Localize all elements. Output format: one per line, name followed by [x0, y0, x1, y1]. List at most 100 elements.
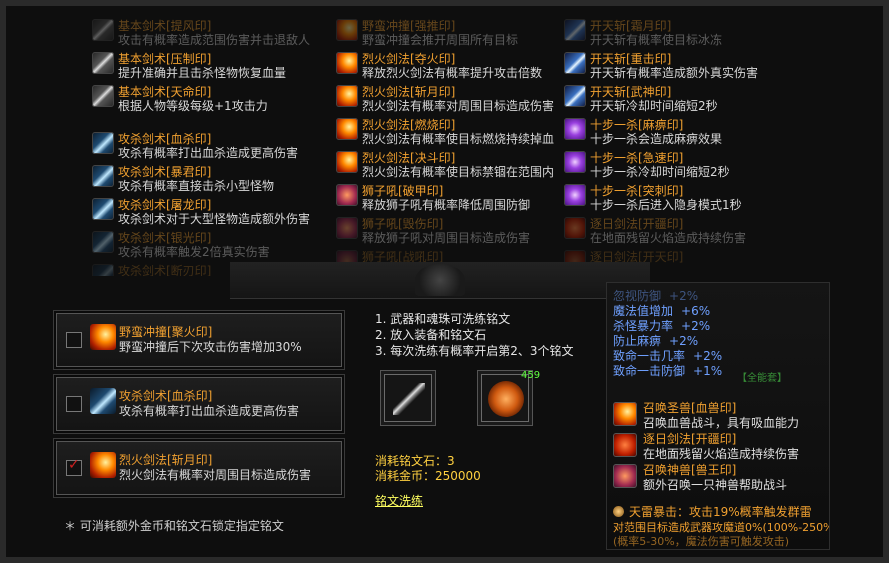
inscription-desc: 提升准确并且击杀怪物恢复血量	[118, 66, 287, 80]
inscription-entry: 狮子吼[毁伤印] 释放狮子吼对周围目标造成伤害	[336, 214, 566, 247]
lock-checkbox[interactable]	[66, 396, 82, 412]
inscription-desc: 烈火剑法有概率使目标禁锢在范围内	[362, 165, 555, 179]
inscription-entry: 基本剑术[压制印] 提升准确并且击杀怪物恢复血量	[92, 49, 322, 82]
purple-icon	[564, 151, 586, 173]
stone-slot[interactable]	[481, 374, 529, 422]
stat-row: 致命一击防御 +1%	[613, 362, 722, 379]
stat-key: 致命一击防御	[613, 364, 686, 378]
ice-icon	[564, 19, 586, 41]
summon-icon	[613, 464, 637, 488]
skill-desc: 召唤血兽战斗，具有吸血能力	[643, 416, 800, 430]
stat-key: 魔法值增加	[613, 304, 674, 318]
item-tooltip-panel: 忽视防御 +2% 魔法值增加 +6% 杀怪暴力率 +2% 防止麻痹 +2% 致命一击几率 +2% 致…	[606, 282, 830, 550]
stat-key: 致命一击几率	[613, 349, 686, 363]
ice-icon	[564, 52, 586, 74]
inscription-desc: 释放狮子吼对周围目标造成伤害	[362, 231, 531, 245]
stone-count: 459	[521, 370, 541, 381]
lock-option-3[interactable]: 烈火剑法[斩月印] 烈火剑法有概率对周围目标造成伤害	[56, 441, 342, 495]
fire-icon	[336, 52, 358, 74]
stat-value: +2%	[681, 319, 711, 333]
red-icon	[613, 433, 637, 457]
instruction-line: 1. 武器和魂珠可洗练铭文	[375, 312, 511, 326]
inscription-entry: 十步一杀[突刺印] 十步一杀后进入隐身模式1秒	[564, 181, 794, 214]
lock-checkbox[interactable]	[66, 457, 82, 476]
inscription-desc: 开天斩有概率造成额外真实伤害	[590, 66, 759, 80]
inscription-desc: 烈火剑法有概率对周围目标造成伤害	[362, 99, 555, 113]
inscription-desc: 十步一杀冷却时间缩短2秒	[590, 165, 730, 179]
instruction-line: 3. 每次洗练有概率开启第2、3个铭文	[375, 344, 574, 358]
inscription-desc: 开天斩冷却时间缩短2秒	[590, 99, 718, 113]
lock-options-panel: 野蛮冲撞[聚火印] 野蛮冲撞后下次攻击伤害增加30% 攻杀剑术[血杀印] 攻杀有…	[44, 296, 354, 536]
stat-value: +2%	[693, 349, 723, 363]
ice-icon	[564, 85, 586, 107]
inscription-desc: 攻杀有概率直接击杀小型怪物	[118, 179, 275, 193]
stat-key: 防止麻痹	[613, 334, 662, 348]
refine-button[interactable]: 铭文洗练	[375, 492, 423, 509]
fire-icon	[336, 118, 358, 140]
inscription-desc: 攻击有概率造成范围伤害并击退敌人	[118, 33, 311, 47]
inscription-desc: 野蛮冲撞会推开周围所有目标	[362, 33, 519, 47]
inscription-desc: 十步一杀后进入隐身模式1秒	[590, 198, 742, 212]
lock-option-1[interactable]: 野蛮冲撞[聚火印] 野蛮冲撞后下次攻击伤害增加30%	[56, 313, 342, 367]
fire-icon	[90, 452, 116, 478]
inscription-desc: 根据人物等级每级+1攻击力	[118, 99, 268, 113]
stat-value: +1%	[693, 364, 723, 378]
fire-icon	[336, 19, 358, 41]
inscription-column-2: 野蛮冲撞[强推印] 野蛮冲撞会推开周围所有目标 烈火剑法[夺火印] 释放烈火剑法有概率…	[336, 16, 566, 276]
inscription-desc: 攻杀有概率打出血杀造成更高伤害	[118, 146, 299, 160]
purple-icon	[564, 184, 586, 206]
lock-checkbox[interactable]	[66, 332, 82, 348]
option-desc: 烈火剑法有概率对周围目标造成伤害	[119, 468, 312, 482]
fire-icon	[90, 324, 116, 350]
blade-icon	[92, 165, 114, 187]
stat-value: +6%	[681, 304, 711, 318]
inscription-desc: 释放狮子吼有概率降低周围防御	[362, 198, 531, 212]
inscription-entry: 烈火剑法[夺火印] 释放烈火剑法有概率提升攻击倍数	[336, 49, 566, 82]
inscription-entry: 开天斩[霜月印] 开天斩有概率使目标冰冻	[564, 16, 794, 49]
inscription-desc: 攻杀有概率触发2倍真实伤害	[118, 245, 270, 259]
inscription-entry: 逐日剑法[开疆印] 在地面残留火焰造成持续伤害	[564, 214, 794, 247]
inscription-entry: 烈火剑法[燃烧印] 烈火剑法有概率使目标燃烧持续掉血	[336, 115, 566, 148]
summon-icon	[613, 402, 637, 426]
inscription-desc: 开天斩有概率使目标冰冻	[590, 33, 723, 47]
inscription-entry: 基本剑术[天命印] 根据人物等级每级+1攻击力	[92, 82, 322, 115]
lock-option-2[interactable]: 攻杀剑术[血杀印] 攻杀有概率打出血杀造成更高伤害	[56, 377, 342, 431]
purple-icon	[564, 118, 586, 140]
instructions: 1. 武器和魂珠可洗练铭文 2. 放入装备和铭文石 3. 每次洗练有概率开启第2…	[375, 310, 574, 358]
blade-icon	[92, 132, 114, 154]
passive-title: 天雷暴击：攻击19%概率触发群雷	[613, 503, 812, 520]
inscription-entry: 十步一杀[急速印] 十步一杀冷却时间缩短2秒	[564, 148, 794, 181]
stat-key: 杀怪暴力率	[613, 319, 674, 333]
tooltip-skill-3: 召唤神兽[兽王印] 额外召唤一只神兽帮助战斗	[613, 461, 825, 495]
inscription-entry: 开天斩[重击印] 开天斩有概率造成额外真实伤害	[564, 49, 794, 82]
divider-ornament	[230, 262, 650, 299]
sword-icon	[393, 383, 425, 415]
skill-inscription-list: 基本剑术[提风印] 攻击有概率造成范围伤害并击退敌人 基本剑术[压制印] 提升准确并且…	[6, 6, 883, 276]
inscription-column-1: 基本剑术[提风印] 攻击有概率造成范围伤害并击退敌人 基本剑术[压制印] 提升准确并且…	[92, 16, 322, 276]
tooltip-skill-2: 逐日剑法[开疆印] 在地面残留火焰造成持续伤害	[613, 430, 825, 464]
inscription-desc: 烈火剑法有概率使目标燃烧持续掉血	[362, 132, 555, 146]
fire-icon	[336, 85, 358, 107]
stat-key: 忽视防御	[613, 289, 662, 303]
option-desc: 攻杀有概率打出血杀造成更高伤害	[119, 404, 300, 418]
inscription-entry: 攻杀剑术[暴君印] 攻杀有概率直接击杀小型怪物	[92, 162, 322, 195]
inscription-entry: 基本剑术[提风印] 攻击有概率造成范围伤害并击退敌人	[92, 16, 322, 49]
blade-icon	[92, 264, 114, 276]
blade-icon	[90, 388, 116, 414]
red-icon	[564, 217, 586, 239]
inscription-desc: 十步一杀会造成麻痹效果	[590, 132, 723, 146]
lion-icon	[336, 184, 358, 206]
blade-icon	[92, 198, 114, 220]
inscription-entry: 攻杀剑术[血杀印] 攻杀有概率打出血杀造成更高伤害	[92, 129, 322, 162]
weapon-slot[interactable]	[384, 374, 432, 422]
tooltip-skill-1: 召唤圣兽[血兽印] 召唤血兽战斗，具有吸血能力	[613, 399, 825, 433]
blade-icon	[92, 231, 114, 253]
sword-icon	[92, 85, 114, 107]
inscription-entry: 攻杀剑术[银光印] 攻杀有概率触发2倍真实伤害	[92, 228, 322, 261]
lock-note: ＊ 可消耗额外金币和铭文石锁定指定铭文	[64, 519, 284, 533]
gold-cost: 消耗金币：250000	[375, 469, 481, 483]
stat-value: +2%	[669, 334, 699, 348]
inscription-name: 攻杀剑术[断刃印]	[118, 264, 212, 276]
inscription-column-3: 开天斩[霜月印] 开天斩有概率使目标冰冻 开天斩[重击印] 开天斩有概率造成额外真实伤…	[564, 16, 794, 276]
